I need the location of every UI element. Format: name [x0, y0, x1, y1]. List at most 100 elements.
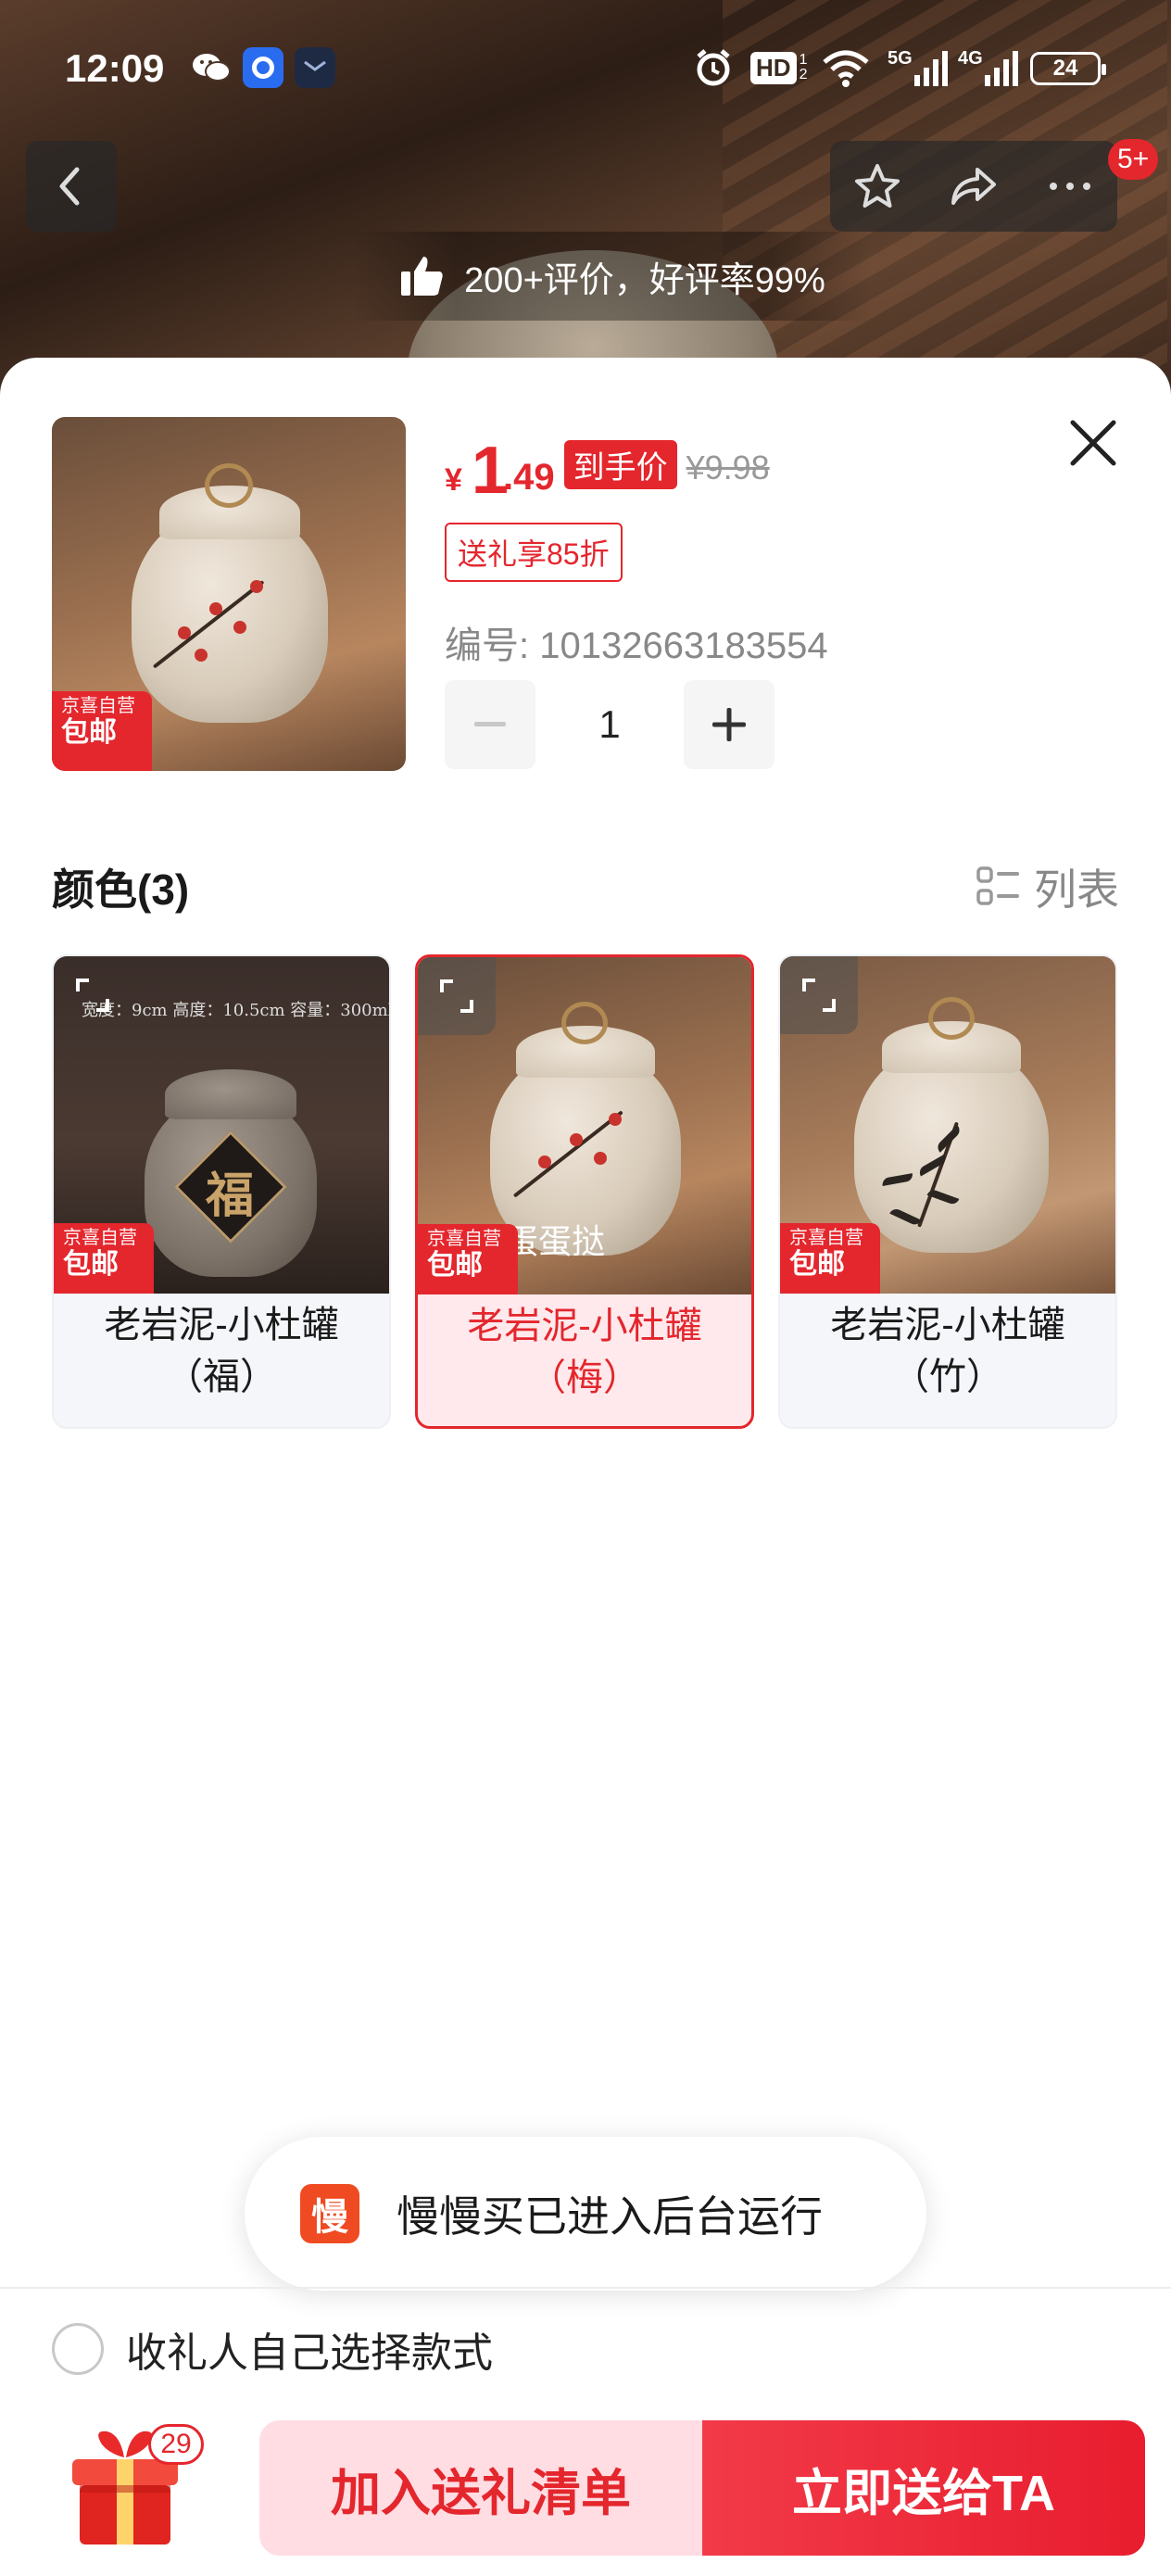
jar-ring: [928, 997, 975, 1040]
send-now-button[interactable]: 立即送给TA: [702, 2420, 1145, 2556]
quantity-value[interactable]: 1: [535, 702, 684, 747]
more-button[interactable]: [1044, 177, 1096, 196]
plum-blossom: [195, 649, 208, 662]
final-price-tag: 到手价: [563, 440, 677, 489]
self-operated-tag: 京喜自营 包邮: [52, 691, 152, 771]
variant-name-line-1: 老岩泥-小杜罐: [104, 1305, 339, 1345]
price-row: ¥ 1 .49 到手价 ¥9.98: [445, 430, 770, 504]
self-operated-tag: 京喜自营 包邮: [780, 1223, 880, 1294]
jar-ring: [205, 463, 253, 508]
share-icon: [951, 168, 996, 205]
review-summary-bar[interactable]: 200+评价，好评率99%: [352, 232, 871, 321]
favorite-button[interactable]: [851, 160, 903, 212]
status-bar: 12:09 HD 1 2 5G 4G 24: [0, 0, 1171, 139]
top-action-group: [830, 141, 1117, 232]
expand-icon: [440, 979, 473, 1013]
jar-body: [854, 1045, 1049, 1253]
tag-line-1: 京喜自营: [427, 1229, 501, 1249]
add-to-gift-list-button[interactable]: 加入送礼清单: [259, 2420, 702, 2556]
tag-line-2: 包邮: [63, 1249, 119, 1280]
jar-body: [132, 510, 328, 723]
recipient-choose-radio[interactable]: [52, 2323, 104, 2375]
sku-number: 编号: 10132663183554: [445, 625, 828, 666]
minus-icon: [474, 722, 506, 726]
plum-blossom: [538, 1155, 551, 1168]
status-time: 12:09: [65, 46, 165, 90]
battery-indicator: 24: [1030, 52, 1106, 85]
tag-line-1: 京喜自营: [61, 696, 135, 716]
variant-image: 蛋蛋挞 京喜自营 包邮: [418, 957, 751, 1294]
notification-badge: 5+: [1108, 139, 1159, 180]
expand-button[interactable]: [780, 956, 858, 1034]
variant-image: 福 宽度：9cm 高度：10.5cm 容量：300ml 京喜自营 包邮: [54, 956, 389, 1294]
hd-icon: HD 1 2: [750, 48, 812, 87]
jar-lid: [165, 1069, 296, 1119]
tag-line-2: 包邮: [61, 717, 117, 748]
close-button[interactable]: [1064, 413, 1123, 473]
watermark-text: 蛋蛋挞: [505, 1222, 606, 1260]
variant-name: 老岩泥-小杜罐 （梅）: [418, 1300, 751, 1404]
variant-name-line-2: （竹）: [892, 1357, 1003, 1397]
expand-button[interactable]: [418, 957, 496, 1035]
gift-discount-badge: 送礼享85折: [445, 523, 623, 582]
variant-name-line-2: （福）: [166, 1357, 277, 1397]
variant-card-zhu[interactable]: 京喜自营 包邮 老岩泥-小杜罐 （竹）: [778, 954, 1117, 1429]
expand-icon: [76, 979, 109, 1012]
variant-name-line-2: （梅）: [529, 1357, 640, 1398]
close-icon: [1070, 420, 1116, 466]
increase-quantity-button[interactable]: [684, 680, 774, 769]
tag-line-2: 包邮: [427, 1250, 483, 1281]
back-button[interactable]: [26, 141, 117, 232]
signal-4g-icon: 4G: [958, 48, 1018, 87]
plum-blossom: [594, 1152, 607, 1165]
color-section-title: 颜色(3): [52, 865, 190, 914]
tag-line-2: 包邮: [789, 1249, 845, 1280]
decrease-quantity-button[interactable]: [445, 680, 535, 769]
variant-card-mei[interactable]: 蛋蛋挞 京喜自营 包邮 老岩泥-小杜罐 （梅）: [415, 954, 754, 1429]
tag-line-1: 京喜自营: [63, 1228, 137, 1248]
price-value: 1 .49: [472, 437, 555, 504]
manmanmai-app-icon: 慢: [300, 2184, 359, 2243]
gift-count-badge: 29: [148, 2424, 204, 2465]
plum-blossom: [209, 602, 222, 615]
alarm-icon: [693, 48, 734, 87]
review-summary-text: 200+评价，好评率99%: [464, 260, 825, 300]
plum-blossom: [250, 580, 263, 593]
list-label: 列表: [1034, 865, 1119, 914]
hd-sim-label: 1 2: [799, 52, 808, 82]
self-operated-tag: 京喜自营 包邮: [54, 1223, 154, 1294]
signal-4g-label: 4G: [958, 48, 983, 69]
star-icon: [855, 164, 900, 208]
divider: [0, 2287, 1171, 2289]
variant-name: 老岩泥-小杜罐 （福）: [54, 1299, 389, 1403]
recipient-choose-label: 收礼人自己选择款式: [126, 2330, 493, 2376]
price-decimal: .49: [502, 457, 555, 498]
selected-product-image[interactable]: 京喜自营 包邮: [52, 417, 406, 771]
variant-card-fu[interactable]: 福 宽度：9cm 高度：10.5cm 容量：300ml 京喜自营 包邮 老岩泥-…: [52, 954, 391, 1429]
plum-blossom: [178, 626, 191, 639]
more-dots-icon: [1050, 183, 1090, 190]
original-price: ¥9.98: [686, 448, 770, 486]
app-notification-icon: [243, 47, 283, 88]
variant-image: 京喜自营 包邮: [780, 956, 1115, 1294]
list-view-toggle[interactable]: 列表: [976, 856, 1119, 917]
jar-ring: [561, 1002, 608, 1044]
share-button[interactable]: [946, 160, 1001, 212]
plum-blossom: [233, 621, 246, 634]
signal-5g-icon: 5G: [888, 48, 948, 87]
variant-name-line-1: 老岩泥-小杜罐: [830, 1305, 1065, 1345]
expand-button[interactable]: [54, 956, 132, 1034]
plus-icon: [712, 708, 746, 741]
chevron-left-icon: [59, 167, 80, 206]
toast-message: 慢慢买已进入后台运行: [397, 2192, 823, 2241]
tag-line-1: 京喜自营: [789, 1228, 863, 1248]
thumbs-up-icon: [401, 257, 443, 296]
signal-5g-label: 5G: [888, 48, 913, 69]
price-symbol: ¥: [445, 462, 462, 498]
recipient-choose-option[interactable]: 收礼人自己选择款式: [52, 2317, 493, 2381]
variant-name: 老岩泥-小杜罐 （竹）: [780, 1299, 1115, 1403]
list-icon: [976, 866, 1019, 905]
background-running-toast: 慢 慢慢买已进入后台运行: [245, 2137, 926, 2291]
variant-name-line-1: 老岩泥-小杜罐: [467, 1306, 702, 1346]
plum-blossom: [570, 1133, 583, 1146]
